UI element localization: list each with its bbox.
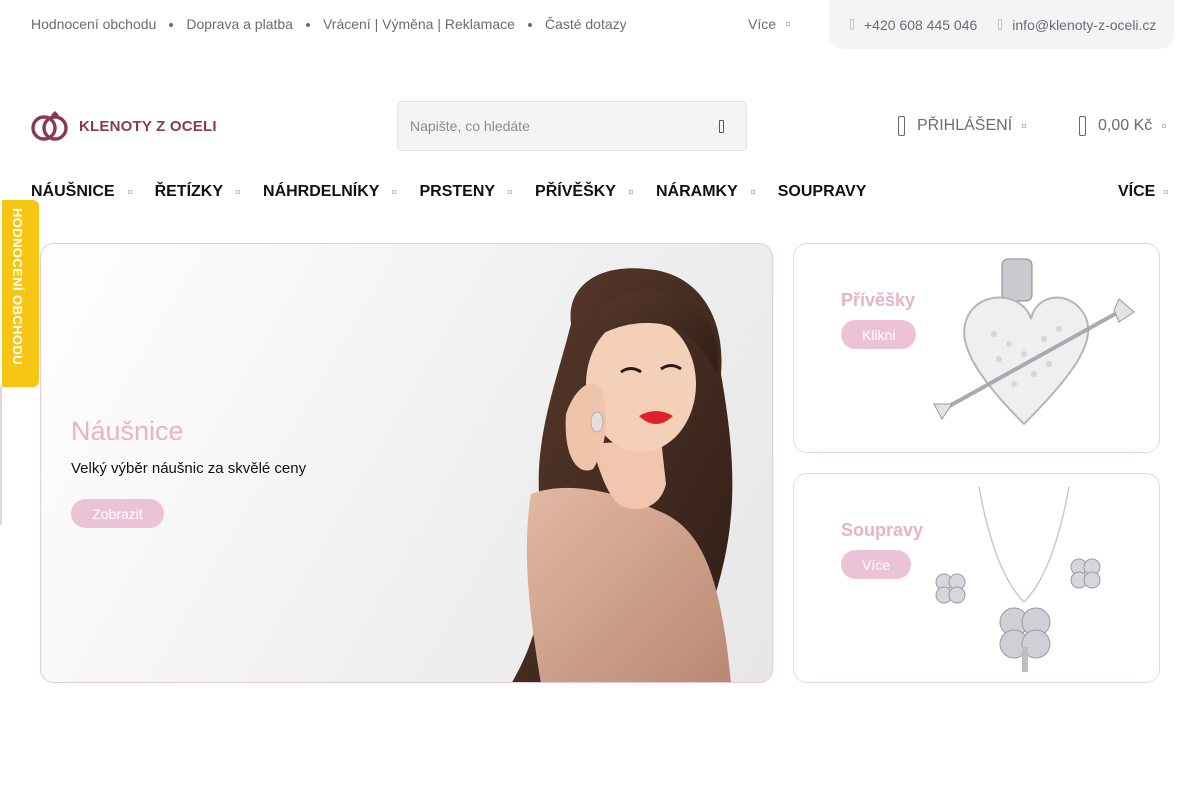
logo-text: KLENOTY Z OCELI xyxy=(79,117,217,135)
chevron-down-icon xyxy=(786,22,791,26)
chevron-down-icon xyxy=(1162,124,1167,128)
chevron-down-icon xyxy=(628,190,633,194)
nav-label: PŘÍVĚŠKY xyxy=(535,183,616,200)
chevron-down-icon xyxy=(1164,190,1169,194)
login-label: PŘIHLÁŠENÍ xyxy=(917,117,1013,134)
cart-button[interactable]: 0,00 Kč xyxy=(1079,116,1167,136)
separator-dot xyxy=(305,23,310,27)
top-link-faq[interactable]: Časté dotazy xyxy=(545,16,627,32)
top-links: Hodnocení obchodu Doprava a platba Vráce… xyxy=(31,16,627,32)
chevron-down-icon xyxy=(236,190,241,194)
nav-item-necklaces[interactable]: NÁHRDELNÍKY xyxy=(263,183,419,201)
hero-title: Náušnice xyxy=(71,416,184,446)
nav-label: SOUPRAVY xyxy=(777,183,867,200)
search-box xyxy=(397,101,747,151)
nav-item-sets[interactable]: SOUPRAVY xyxy=(778,183,867,201)
chevron-down-icon xyxy=(127,190,132,194)
site-logo[interactable]: KLENOTY Z OCELI xyxy=(31,110,217,142)
top-more-dropdown[interactable]: Více xyxy=(748,16,791,32)
nav-label: NÁRAMKY xyxy=(655,183,738,200)
nav-label: NÁUŠNICE xyxy=(31,183,115,200)
hero-banner[interactable]: Náušnice Velký výběr náušnic za skvělé c… xyxy=(40,243,773,683)
chevron-down-icon xyxy=(1022,124,1027,128)
main-nav: NÁUŠNICE ŘETÍZKY NÁHRDELNÍKY PRSTENY PŘÍ… xyxy=(31,183,866,201)
reviews-side-tab-label: HODNOCENÍ OBCHODU xyxy=(10,208,25,366)
card-title: Přívěšky xyxy=(841,290,916,310)
nav-item-earrings[interactable]: NÁUŠNICE xyxy=(31,183,155,201)
nav-item-rings[interactable]: PRSTENY xyxy=(419,183,535,201)
nav-more-label: VÍCE xyxy=(1118,183,1156,200)
rings-logo-icon xyxy=(31,111,68,141)
chevron-down-icon xyxy=(750,190,755,194)
nav-label: PRSTENY xyxy=(419,183,496,200)
card-click-button[interactable]: Klikni xyxy=(841,320,917,349)
nav-item-chains[interactable]: ŘETÍZKY xyxy=(155,183,263,201)
contact-email[interactable]: info@klenoty-z-oceli.cz xyxy=(998,17,1156,33)
contact-phone[interactable]: +420 608 445 046 xyxy=(850,17,977,33)
top-link-reviews[interactable]: Hodnocení obchodu xyxy=(31,16,156,32)
top-more-label: Více xyxy=(748,16,777,32)
nav-more-dropdown[interactable]: VÍCE xyxy=(1118,183,1169,201)
nav-item-pendants[interactable]: PŘÍVĚŠKY xyxy=(535,183,656,201)
phone-icon xyxy=(850,19,854,30)
hero-show-button[interactable]: Zobrazit xyxy=(71,499,164,528)
separator-dot xyxy=(169,23,174,27)
chevron-down-icon xyxy=(508,190,513,194)
phone-number: +420 608 445 046 xyxy=(864,16,978,33)
promo-card-sets[interactable]: Soupravy Více xyxy=(793,473,1160,683)
chevron-down-icon xyxy=(392,190,397,194)
promo-card-pendants[interactable]: Přívěšky Klikni xyxy=(793,243,1160,453)
top-bar: Hodnocení obchodu Doprava a platba Vráce… xyxy=(0,0,1200,50)
separator-dot xyxy=(527,23,532,27)
mail-icon xyxy=(998,19,1003,30)
nav-item-bracelets[interactable]: NÁRAMKY xyxy=(656,183,778,201)
top-link-shipping[interactable]: Doprava a platba xyxy=(186,16,293,32)
cart-icon xyxy=(1079,116,1086,136)
cart-total: 0,00 Kč xyxy=(1098,117,1153,134)
email-address: info@klenoty-z-oceli.cz xyxy=(1012,16,1157,33)
search-icon xyxy=(719,120,724,133)
nav-label: NÁHRDELNÍKY xyxy=(263,183,380,200)
heart-pendant-image xyxy=(933,258,1135,426)
nav-label: ŘETÍZKY xyxy=(154,183,224,200)
clover-set-image xyxy=(935,486,1101,672)
card-title: Soupravy xyxy=(841,520,924,540)
search-input[interactable] xyxy=(410,116,690,136)
search-button[interactable] xyxy=(713,118,731,136)
top-link-returns[interactable]: Vrácení | Výměna | Reklamace xyxy=(323,16,515,32)
reviews-side-tab[interactable]: HODNOCENÍ OBCHODU xyxy=(2,200,39,387)
hero-subtitle: Velký výběr náušnic za skvělé ceny xyxy=(71,460,307,477)
contact-box: +420 608 445 046 info@klenoty-z-oceli.cz xyxy=(829,0,1174,49)
card-more-button[interactable]: Více xyxy=(841,550,912,579)
login-button[interactable]: PŘIHLÁŠENÍ xyxy=(898,116,1027,136)
user-icon xyxy=(898,116,905,136)
side-divider xyxy=(0,387,2,525)
hero-woman-image xyxy=(512,268,733,682)
